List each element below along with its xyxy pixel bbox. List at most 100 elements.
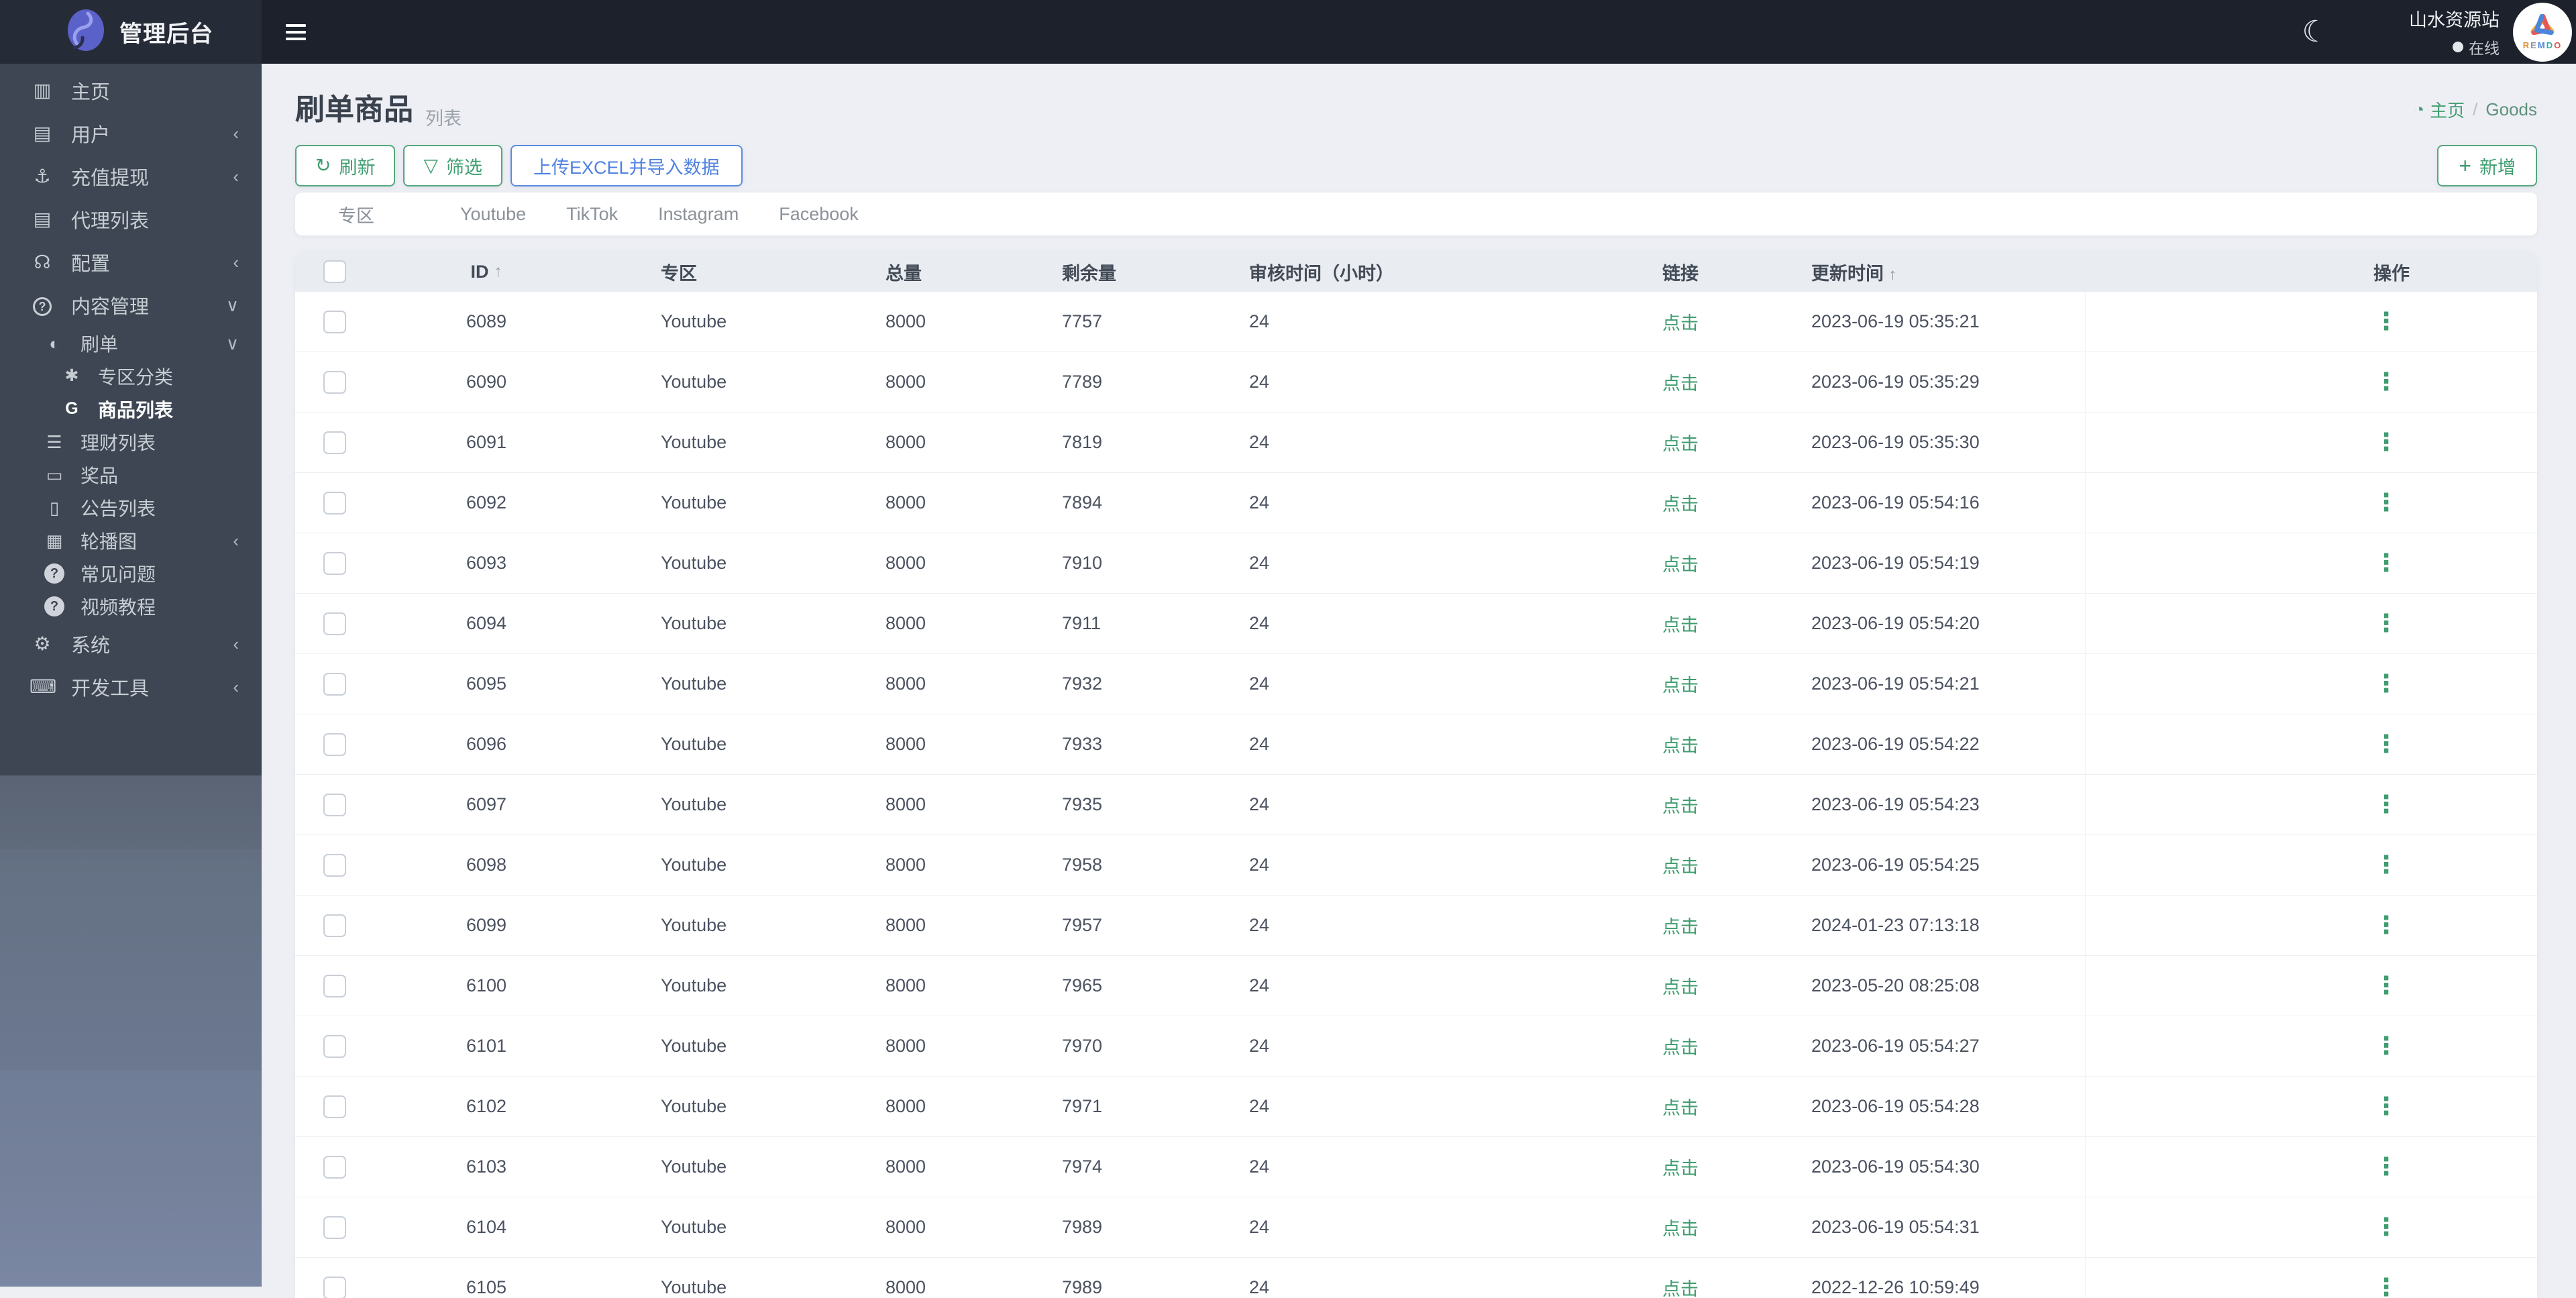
add-button[interactable]: + 新增 xyxy=(2437,145,2537,186)
row-checkbox[interactable] xyxy=(323,431,346,454)
row-checkbox[interactable] xyxy=(323,492,346,515)
upload-excel-button[interactable]: 上传EXCEL并导入数据 xyxy=(511,145,743,186)
sidebar-item-address-book-1[interactable]: ▤用户‹ xyxy=(0,112,262,155)
row-actions-menu-icon[interactable]: ⋮ xyxy=(2374,1095,2398,1117)
sidebar-item-help-circle-5[interactable]: ?内容管理∨ xyxy=(0,284,262,327)
sidebar-item-label: 代理列表 xyxy=(71,205,149,233)
cell-link: 点击 xyxy=(1593,792,1744,818)
sidebar-item-ear-4[interactable]: ☊配置‹ xyxy=(0,241,262,284)
open-link[interactable]: 点击 xyxy=(1662,857,1699,877)
sidebar-item-asterisk-7[interactable]: ✱专区分类 xyxy=(0,360,262,392)
avatar[interactable]: REMDO xyxy=(2513,3,2572,62)
cell-id: 6096 xyxy=(376,734,597,755)
row-checkbox[interactable] xyxy=(323,612,346,635)
open-link[interactable]: 点击 xyxy=(1662,374,1699,394)
cell-total: 8000 xyxy=(825,553,1003,574)
open-link[interactable]: 点击 xyxy=(1662,434,1699,454)
open-link[interactable]: 点击 xyxy=(1662,313,1699,333)
moon-icon[interactable]: ☾ xyxy=(2302,17,2328,47)
sidebar-item-keyboard-16[interactable]: ⌨开发工具‹ xyxy=(0,665,262,708)
sidebar-item-file-11[interactable]: ▯公告列表 xyxy=(0,491,262,524)
row-actions-menu-icon[interactable]: ⋮ xyxy=(2374,552,2398,574)
tab-tiktok[interactable]: TikTok xyxy=(566,204,618,225)
row-checkbox[interactable] xyxy=(323,794,346,816)
open-link[interactable]: 点击 xyxy=(1662,977,1699,997)
row-checkbox[interactable] xyxy=(323,1216,346,1239)
table-row: 6099Youtube8000795724点击2024-01-23 07:13:… xyxy=(295,896,2537,956)
open-link[interactable]: 点击 xyxy=(1662,796,1699,816)
row-actions-menu-icon[interactable]: ⋮ xyxy=(2374,612,2398,634)
row-checkbox[interactable] xyxy=(323,1095,346,1118)
sidebar-item-address-book-3[interactable]: ▤代理列表 xyxy=(0,198,262,241)
open-link[interactable]: 点击 xyxy=(1662,555,1699,575)
row-checkbox[interactable] xyxy=(323,854,346,877)
row-actions-menu-icon[interactable]: ⋮ xyxy=(2374,1277,2398,1298)
sidebar-item-money-10[interactable]: ▭奖品 xyxy=(0,458,262,491)
row-checkbox[interactable] xyxy=(323,975,346,997)
sidebar-item-list-9[interactable]: ☰理财列表 xyxy=(0,425,262,458)
tab-youtube[interactable]: Youtube xyxy=(460,204,526,225)
row-actions-menu-icon[interactable]: ⋮ xyxy=(2374,914,2398,936)
row-actions-menu-icon[interactable]: ⋮ xyxy=(2374,1156,2398,1177)
cell-total: 8000 xyxy=(825,1036,1003,1057)
cell-link: 点击 xyxy=(1593,610,1744,637)
row-checkbox[interactable] xyxy=(323,733,346,756)
open-link[interactable]: 点击 xyxy=(1662,1158,1699,1179)
cell-id: 6090 xyxy=(376,372,597,392)
filter-button[interactable]: ▽ 筛选 xyxy=(403,145,502,186)
cell-id: 6101 xyxy=(376,1036,597,1057)
row-checkbox[interactable] xyxy=(323,1277,346,1298)
cell-remain: 7933 xyxy=(1003,734,1181,755)
open-link[interactable]: 点击 xyxy=(1662,494,1699,515)
open-link[interactable]: 点击 xyxy=(1662,615,1699,635)
tab-instagram[interactable]: Instagram xyxy=(658,204,739,225)
column-header-link: 链接 xyxy=(1593,259,1744,285)
row-actions-menu-icon[interactable]: ⋮ xyxy=(2374,371,2398,392)
row-actions-menu-icon[interactable]: ⋮ xyxy=(2374,1035,2398,1057)
tab-facebook[interactable]: Facebook xyxy=(779,204,859,225)
open-link[interactable]: 点击 xyxy=(1662,917,1699,937)
row-checkbox[interactable] xyxy=(323,552,346,575)
sidebar-item-question-circle-14[interactable]: ?视频教程 xyxy=(0,590,262,623)
row-actions-menu-icon[interactable]: ⋮ xyxy=(2374,794,2398,815)
refresh-button[interactable]: ↻ 刷新 xyxy=(295,145,395,186)
sidebar-item-anchor-2[interactable]: ⚓充值提现‹ xyxy=(0,155,262,198)
row-actions-menu-icon[interactable]: ⋮ xyxy=(2374,1216,2398,1238)
chevron-left-icon: ‹ xyxy=(233,254,239,271)
row-actions-menu-icon[interactable]: ⋮ xyxy=(2374,975,2398,996)
open-link[interactable]: 点击 xyxy=(1662,1219,1699,1239)
open-link[interactable]: 点击 xyxy=(1662,1038,1699,1058)
row-checkbox[interactable] xyxy=(323,914,346,937)
cell-zone: Youtube xyxy=(597,492,825,513)
table-row: 6095Youtube8000793224点击2023-06-19 05:54:… xyxy=(295,654,2537,714)
column-header-updated[interactable]: 更新时间 ↑ xyxy=(1744,259,2085,285)
row-actions-menu-icon[interactable]: ⋮ xyxy=(2374,673,2398,694)
sidebar-item-gear-15[interactable]: ⚙系统‹ xyxy=(0,623,262,665)
open-link[interactable]: 点击 xyxy=(1662,1279,1699,1298)
sidebar-item-g-8[interactable]: G商品列表 xyxy=(0,392,262,425)
sidebar-item-image-12[interactable]: ▦轮播图‹ xyxy=(0,524,262,557)
column-header-id[interactable]: ID↑ xyxy=(376,262,597,282)
row-actions-menu-icon[interactable]: ⋮ xyxy=(2374,733,2398,755)
row-checkbox[interactable] xyxy=(323,1035,346,1058)
select-all-checkbox[interactable] xyxy=(323,260,346,283)
username: 山水资源站 xyxy=(2409,5,2500,32)
sidebar-item-question-circle-13[interactable]: ?常见问题 xyxy=(0,557,262,590)
row-actions-menu-icon[interactable]: ⋮ xyxy=(2374,854,2398,875)
breadcrumb-home-link[interactable]: ◔ 主页 xyxy=(2414,97,2465,122)
row-checkbox[interactable] xyxy=(323,1156,346,1179)
row-actions-menu-icon[interactable]: ⋮ xyxy=(2374,311,2398,332)
row-actions-menu-icon[interactable]: ⋮ xyxy=(2374,492,2398,513)
open-link[interactable]: 点击 xyxy=(1662,736,1699,756)
sidebar-item-adjust-6[interactable]: ◐刷单∨ xyxy=(0,327,262,360)
open-link[interactable]: 点击 xyxy=(1662,675,1699,696)
sidebar-item-bar-chart-0[interactable]: ▥主页 xyxy=(0,69,262,112)
row-checkbox[interactable] xyxy=(323,371,346,394)
row-checkbox[interactable] xyxy=(323,673,346,696)
row-actions-menu-icon[interactable]: ⋮ xyxy=(2374,431,2398,453)
brand: 管理后台 xyxy=(0,0,262,64)
open-link[interactable]: 点击 xyxy=(1662,1098,1699,1118)
cell-zone: Youtube xyxy=(597,1096,825,1117)
hamburger-icon[interactable] xyxy=(286,19,313,46)
row-checkbox[interactable] xyxy=(323,311,346,333)
